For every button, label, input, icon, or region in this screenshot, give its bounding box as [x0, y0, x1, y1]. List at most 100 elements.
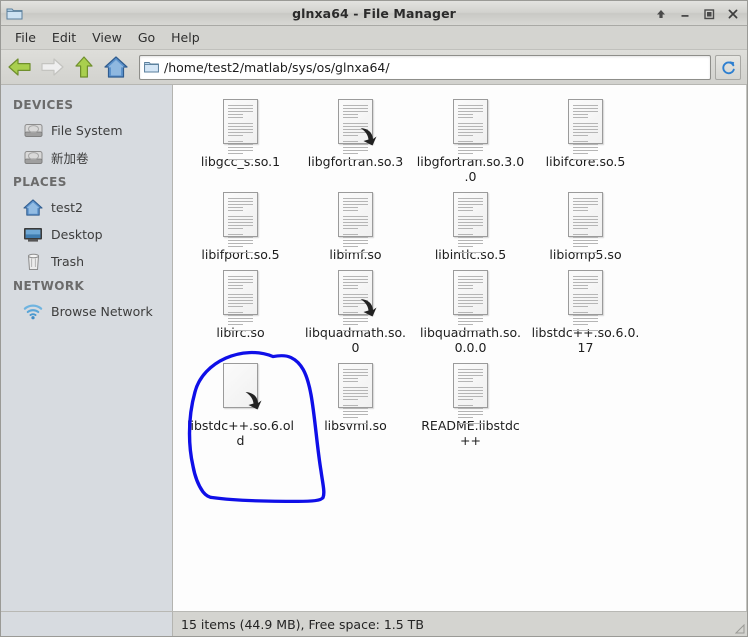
text-file-icon[interactable]: [447, 192, 495, 253]
text-file-icon[interactable]: [332, 270, 380, 331]
shade-button[interactable]: [650, 3, 672, 24]
back-button[interactable]: [5, 52, 35, 82]
menu-bar: File Edit View Go Help: [1, 26, 747, 50]
home-icon: [104, 56, 128, 78]
window-title: glnxa64 - File Manager: [292, 5, 456, 21]
file-list-pane[interactable]: libgcc_s.so.1 libgfortran.so.3 libgfortran…: [173, 85, 747, 611]
file-item-label: libstdc++.so.6.old: [187, 418, 294, 448]
file-item[interactable]: libifport.so.5: [183, 186, 298, 262]
sidebar-item-browse-network[interactable]: Browse Network: [1, 298, 172, 325]
sidebar-item-test2[interactable]: test2: [1, 194, 172, 221]
file-item[interactable]: README.libstdc++: [413, 357, 528, 448]
text-page-shape: [567, 270, 604, 331]
reload-button[interactable]: [715, 54, 741, 80]
text-file-icon[interactable]: [562, 99, 610, 160]
text-file-icon[interactable]: [447, 270, 495, 331]
close-button[interactable]: [722, 3, 744, 24]
blank-file-icon[interactable]: [217, 363, 265, 415]
text-file-icon[interactable]: [447, 363, 495, 424]
text-page-shape: [452, 99, 489, 160]
file-item[interactable]: libintlc.so.5: [413, 186, 528, 262]
text-page-shape: [452, 192, 489, 253]
desktop-icon: [23, 225, 43, 245]
maximize-button[interactable]: [698, 3, 720, 24]
forward-button: [37, 52, 67, 82]
text-page-shape: [222, 99, 259, 160]
folder-icon: [144, 60, 159, 74]
file-item[interactable]: libstdc++.so.6.0.17: [528, 264, 643, 355]
status-bar: 15 items (44.9 MB), Free space: 1.5 TB: [1, 611, 747, 636]
menu-item-help[interactable]: Help: [163, 28, 208, 47]
text-page-shape: [452, 363, 489, 424]
drive-icon: [23, 148, 43, 168]
symlink-arrow-icon: [360, 299, 376, 317]
text-file-icon[interactable]: [447, 99, 495, 160]
refresh-icon: [721, 60, 735, 74]
text-file-icon[interactable]: [562, 270, 610, 331]
menu-item-edit[interactable]: Edit: [44, 28, 84, 47]
status-bar-sidebar-pad: [1, 612, 173, 636]
text-file-icon[interactable]: [562, 192, 610, 253]
minimize-button[interactable]: [674, 3, 696, 24]
file-item[interactable]: libquadmath.so.0: [298, 264, 413, 355]
file-item[interactable]: libsvml.so: [298, 357, 413, 448]
file-item[interactable]: libstdc++.so.6.old: [183, 357, 298, 448]
file-item[interactable]: libirc.so: [183, 264, 298, 355]
content-area: DEVICES File System 新加卷 PLACES test2 Des…: [1, 85, 747, 611]
path-input[interactable]: /home/test2/matlab/sys/os/glnxa64/: [164, 60, 390, 75]
folder-icon: [6, 5, 23, 22]
arrow-right-icon: [41, 58, 64, 76]
toolbar: /home/test2/matlab/sys/os/glnxa64/: [1, 50, 747, 85]
menu-item-view[interactable]: View: [84, 28, 130, 47]
text-file-icon[interactable]: [217, 270, 265, 331]
drive-icon: [23, 121, 43, 141]
home-icon: [23, 198, 43, 218]
title-bar[interactable]: glnxa64 - File Manager: [1, 1, 747, 26]
window-controls: [650, 1, 744, 26]
text-page-shape: [337, 270, 376, 331]
file-item[interactable]: libimf.so: [298, 186, 413, 262]
sidebar-group-places: PLACES: [13, 175, 67, 189]
text-page-shape: [337, 192, 374, 253]
arrow-left-icon: [8, 58, 31, 76]
text-page-shape: [337, 99, 376, 160]
sidebar-item-file-system[interactable]: File System: [1, 117, 172, 144]
text-file-icon[interactable]: [332, 363, 380, 424]
sidebar-item-trash[interactable]: Trash: [1, 248, 172, 275]
symlink-arrow-icon: [360, 128, 376, 146]
text-page-shape: [567, 99, 604, 160]
sidebar-group-devices: DEVICES: [13, 98, 74, 112]
file-item[interactable]: libgfortran.so.3.0.0: [413, 93, 528, 184]
network-icon: [23, 302, 43, 322]
blank-page-shape: [222, 363, 261, 410]
text-file-icon[interactable]: [217, 192, 265, 253]
sidebar-item-label: 新加卷: [51, 151, 89, 166]
text-file-icon[interactable]: [332, 99, 380, 160]
arrow-up-icon: [75, 56, 93, 78]
sidebar-item-label: Desktop: [51, 227, 103, 242]
file-item[interactable]: libquadmath.so.0.0.0: [413, 264, 528, 355]
file-item[interactable]: libiomp5.so: [528, 186, 643, 262]
menu-item-file[interactable]: File: [7, 28, 44, 47]
menu-item-go[interactable]: Go: [130, 28, 163, 47]
home-button[interactable]: [101, 52, 131, 82]
text-page-shape: [337, 363, 374, 424]
file-item[interactable]: libgcc_s.so.1: [183, 93, 298, 184]
sidebar-item-label: File System: [51, 123, 123, 138]
up-button[interactable]: [69, 52, 99, 82]
text-file-icon[interactable]: [332, 192, 380, 253]
sidebar: DEVICES File System 新加卷 PLACES test2 Des…: [1, 85, 173, 611]
file-item[interactable]: libgfortran.so.3: [298, 93, 413, 184]
text-file-icon[interactable]: [217, 99, 265, 160]
symlink-arrow-icon: [245, 392, 261, 410]
text-page-shape: [452, 270, 489, 331]
text-page-shape: [222, 192, 259, 253]
sidebar-item-desktop[interactable]: Desktop: [1, 221, 172, 248]
sidebar-item-new-volume[interactable]: 新加卷: [1, 144, 172, 171]
path-bar[interactable]: /home/test2/matlab/sys/os/glnxa64/: [139, 54, 711, 80]
file-manager-window: glnxa64 - File Manager File Edit View Go…: [0, 0, 748, 637]
sidebar-group-network: NETWORK: [13, 279, 85, 293]
file-item[interactable]: libifcore.so.5: [528, 93, 643, 184]
trash-icon: [23, 252, 43, 272]
resize-grip[interactable]: [731, 612, 747, 636]
